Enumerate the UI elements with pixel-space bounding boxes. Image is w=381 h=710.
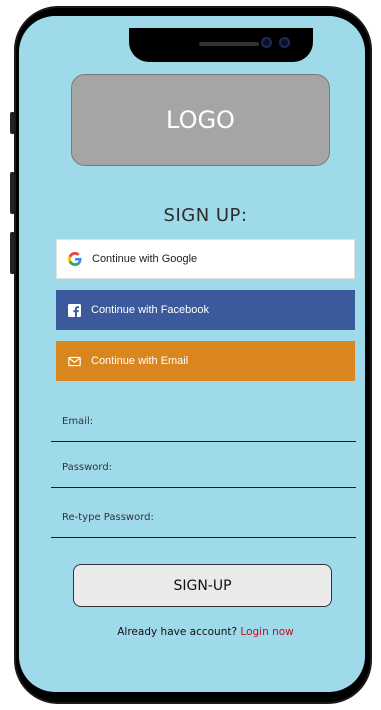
login-now-link[interactable]: Login now: [240, 626, 293, 638]
email-button-label: Continue with Email: [91, 355, 189, 367]
facebook-icon: [66, 302, 82, 318]
continue-with-google-button[interactable]: Continue with Google: [56, 239, 355, 279]
password-input[interactable]: [51, 452, 356, 487]
google-button-label: Continue with Google: [92, 253, 198, 265]
login-prompt-text: Already have account?: [117, 626, 238, 638]
page-title: SIGN UP:: [163, 205, 248, 226]
email-field[interactable]: Email:: [51, 406, 356, 442]
phone-notch: [129, 28, 313, 62]
retype-password-field[interactable]: Re-type Password:: [51, 502, 356, 538]
sign-up-button-label: SIGN-UP: [173, 577, 232, 594]
facebook-button-label: Continue with Facebook: [91, 304, 210, 316]
sensor-icon: [279, 37, 290, 48]
retype-password-input[interactable]: [51, 502, 356, 537]
logo-placeholder: LOGO: [71, 74, 330, 166]
continue-with-email-button[interactable]: Continue with Email: [56, 341, 355, 381]
login-prompt: Already have account? Login now: [56, 626, 355, 638]
email-input[interactable]: [51, 406, 356, 441]
sign-up-button[interactable]: SIGN-UP: [73, 564, 332, 607]
camera-icon: [261, 37, 272, 48]
continue-with-facebook-button[interactable]: Continue with Facebook: [56, 290, 355, 330]
speaker-icon: [199, 42, 259, 46]
logo-text: LOGO: [166, 106, 235, 134]
password-field[interactable]: Password:: [51, 452, 356, 488]
google-g-icon: [67, 251, 83, 267]
mail-icon: [66, 353, 82, 369]
